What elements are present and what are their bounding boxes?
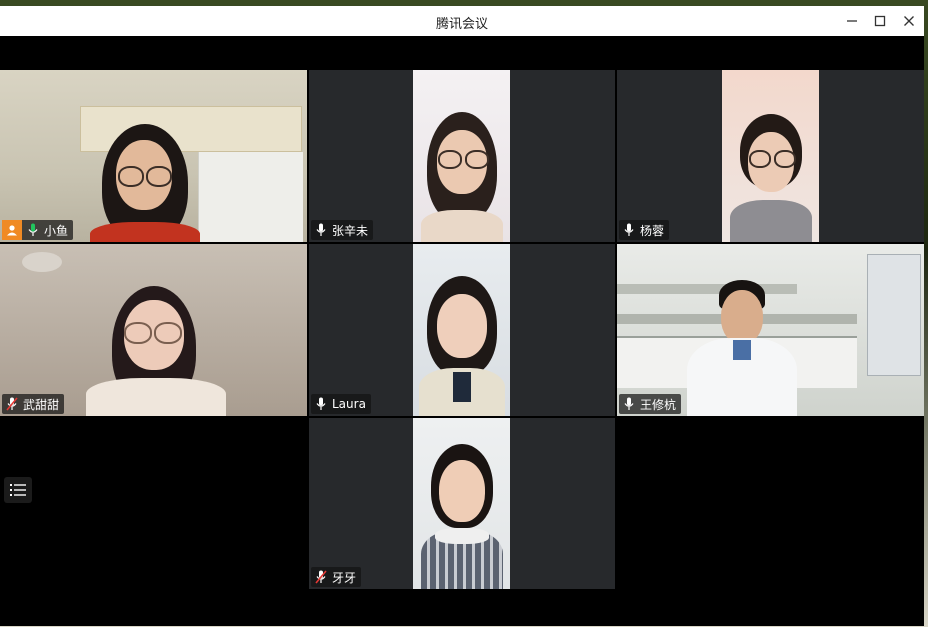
meeting-window: 腾讯会议 小鱼 张辛未 杨蓉 武甜甜 Laura 王修杭 牙牙: [0, 6, 924, 626]
participant-name: 牙牙: [332, 570, 357, 585]
participant-figure: [421, 110, 503, 242]
participant-video: [0, 244, 307, 416]
participant-figure: [90, 118, 200, 242]
video-tile-zhangxinwei[interactable]: 张辛未: [309, 70, 615, 242]
video-tile-yaya[interactable]: 牙牙: [309, 418, 615, 589]
list-menu-icon: [10, 484, 26, 496]
participant-name: 王修杭: [640, 397, 677, 412]
participant-name-bar: 张辛未: [311, 220, 374, 240]
close-button[interactable]: [897, 10, 921, 32]
mic-on-icon: [314, 222, 328, 238]
participant-name-bar: 武甜甜: [2, 394, 65, 414]
participant-video: [0, 70, 307, 242]
participant-name: Laura: [332, 397, 366, 411]
participant-figure: [730, 114, 812, 242]
lab-cabinet-shape: [867, 254, 921, 376]
host-icon: [2, 220, 22, 240]
video-tile-xiaoyu[interactable]: 小鱼: [0, 70, 307, 242]
participant-figure: [421, 444, 503, 589]
minimize-icon: [847, 20, 857, 22]
maximize-button[interactable]: [868, 10, 892, 32]
maximize-icon: [874, 15, 886, 27]
participant-name-bar: 牙牙: [311, 567, 362, 587]
participant-video: [413, 418, 510, 589]
video-tile-wangxiuhang[interactable]: 王修杭: [617, 244, 924, 416]
mic-on-icon: [314, 396, 328, 412]
participant-name: 张辛未: [332, 223, 369, 238]
mic-on-icon: [26, 222, 40, 238]
ceiling-lamp-shape: [22, 252, 62, 272]
participant-figure: [419, 276, 505, 416]
title-bar[interactable]: 腾讯会议: [0, 6, 924, 36]
video-tile-yangrong[interactable]: 杨蓉: [617, 70, 924, 242]
participant-video: [722, 70, 819, 242]
participant-figure: [86, 286, 226, 416]
participant-video: [617, 244, 924, 416]
participant-name-bar: 小鱼: [2, 220, 74, 240]
mic-on-icon: [622, 222, 636, 238]
video-tile-laura[interactable]: Laura: [309, 244, 615, 416]
window-title: 腾讯会议: [435, 17, 488, 32]
minimize-button[interactable]: [840, 10, 864, 32]
participant-name-bar: 杨蓉: [619, 220, 670, 240]
participant-name: 武甜甜: [23, 397, 60, 412]
mic-muted-icon: [314, 569, 328, 585]
close-icon: [904, 16, 914, 26]
wardrobe-shape: [198, 152, 303, 242]
mic-on-icon: [622, 396, 636, 412]
participant-video: [413, 244, 510, 416]
video-tile-wutiantian[interactable]: 武甜甜: [0, 244, 307, 416]
participant-name-bar: 王修杭: [619, 394, 682, 414]
mic-muted-icon: [5, 396, 19, 412]
participant-name-bar: Laura: [311, 394, 371, 414]
video-grid: 小鱼 张辛未 杨蓉 武甜甜 Laura 王修杭 牙牙: [0, 36, 924, 626]
participant-name: 小鱼: [44, 223, 69, 238]
participant-figure: [687, 280, 797, 416]
participant-video: [413, 70, 510, 242]
participant-list-button[interactable]: [4, 477, 32, 503]
participant-name: 杨蓉: [640, 223, 665, 238]
